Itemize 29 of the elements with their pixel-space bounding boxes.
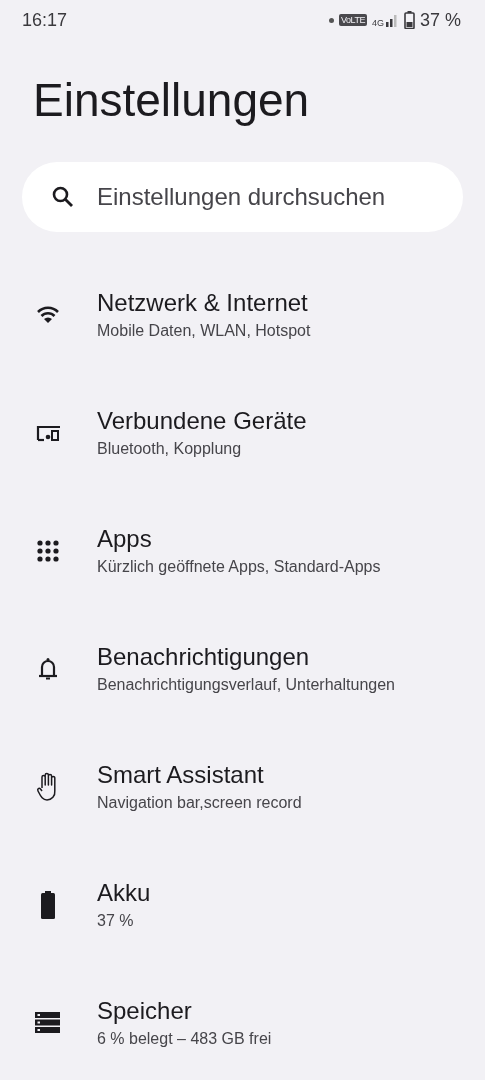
- bell-icon: [37, 656, 58, 681]
- search-field[interactable]: Einstellungen durchsuchen: [22, 162, 463, 232]
- storage-icon: [34, 1011, 61, 1034]
- setting-title[interactable]: Apps: [97, 524, 381, 553]
- setting-title[interactable]: Verbundene Geräte: [97, 406, 307, 435]
- status-time: 16:17: [22, 9, 68, 31]
- setting-summary: 6 % belegt – 483 GB frei: [97, 1028, 272, 1049]
- setting-summary: Kürzlich geöffnete Apps, Standard-Apps: [97, 556, 381, 577]
- setting-summary: Navigation bar,screen record: [97, 792, 302, 813]
- setting-summary: 37 %: [97, 910, 135, 931]
- setting-title[interactable]: Speicher: [97, 996, 272, 1025]
- search-icon: [52, 186, 74, 208]
- battery-status-icon: [403, 11, 415, 29]
- setting-summary: Benachrichtigungsverlauf, Unterhaltungen: [97, 674, 395, 695]
- notification-dot-icon: [329, 17, 335, 23]
- setting-title[interactable]: Smart Assistant: [97, 760, 302, 789]
- battery-percent: 37 %: [419, 9, 461, 31]
- volte-badge: VoLTE: [339, 14, 367, 26]
- signal-icon: [384, 13, 399, 27]
- network-type: 4G: [371, 17, 384, 28]
- setting-title[interactable]: Akku: [97, 878, 151, 907]
- battery-icon: [39, 890, 56, 919]
- setting-title[interactable]: Netzwerk & Internet: [97, 288, 311, 317]
- setting-summary: Bluetooth, Kopplung: [97, 438, 243, 459]
- page-title: Einstellungen: [33, 73, 311, 128]
- setting-summary: Mobile Daten, WLAN, Hotspot: [97, 320, 311, 341]
- wifi-icon: [36, 305, 59, 324]
- setting-title[interactable]: Benachrichtigungen: [97, 642, 395, 671]
- apps-grid-icon: [36, 539, 59, 562]
